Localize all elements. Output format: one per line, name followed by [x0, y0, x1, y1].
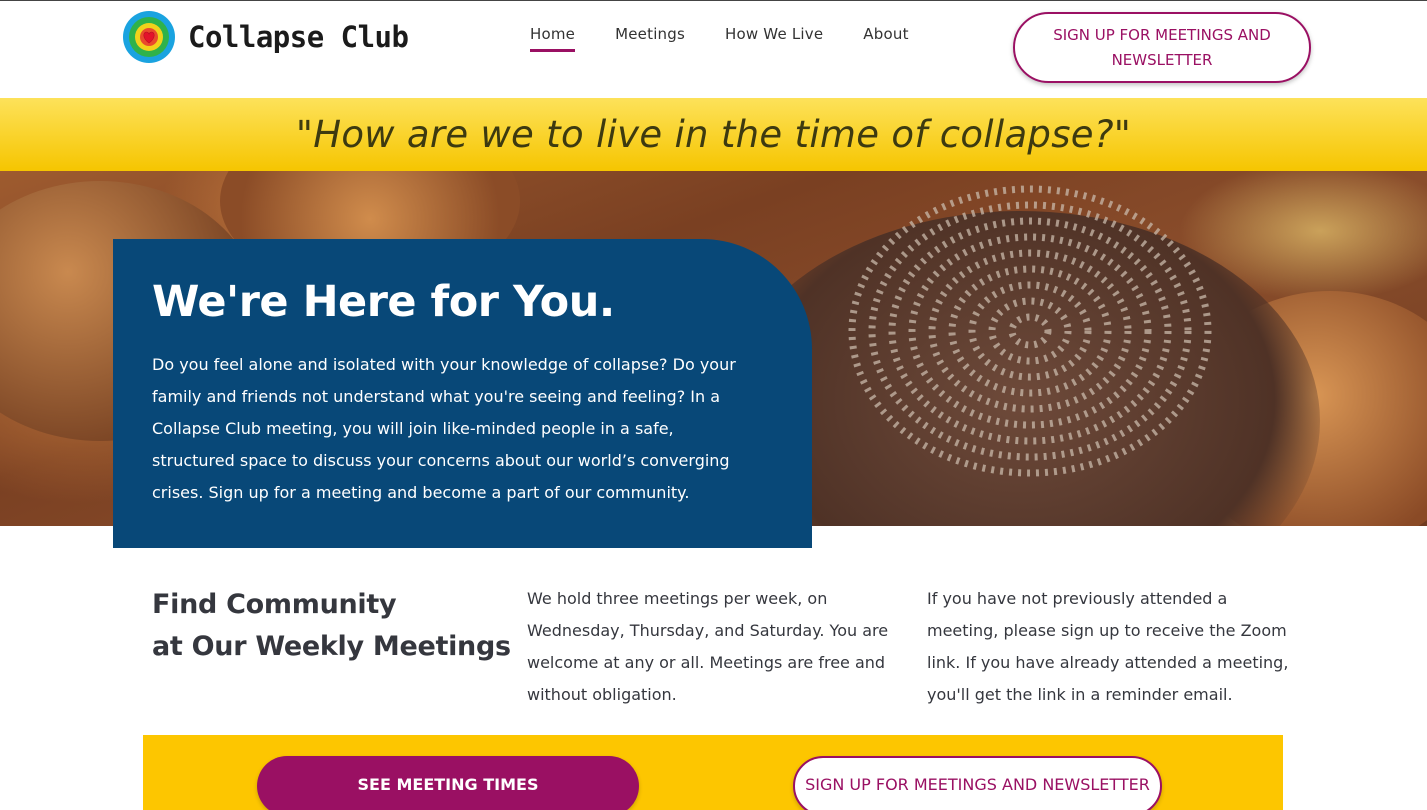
hero-title: We're Here for You. — [152, 277, 615, 327]
hero-body: Do you feel alone and isolated with your… — [152, 355, 736, 502]
meetings-schedule-text: We hold three meetings per week, on Wedn… — [527, 589, 889, 704]
community-heading-line1: Find Community — [152, 589, 397, 620]
nav-meetings[interactable]: Meetings — [615, 25, 685, 52]
nav-about[interactable]: About — [863, 25, 908, 52]
logo-text: Collapse Club — [188, 20, 409, 54]
site-logo[interactable]: Collapse Club — [122, 10, 409, 64]
community-heading: Find Community at Our Weekly Meetings — [152, 584, 511, 668]
header-signup-button[interactable]: SIGN UP FOR MEETINGS AND NEWSLETTER — [1013, 12, 1311, 83]
zoom-link-text: If you have not previously attended a me… — [927, 589, 1289, 704]
banner-quote: "How are we to live in the time of colla… — [295, 113, 1132, 156]
quote-banner: "How are we to live in the time of colla… — [0, 98, 1427, 171]
community-heading-line2: at Our Weekly Meetings — [152, 631, 511, 662]
nav-home[interactable]: Home — [530, 25, 576, 52]
petroglyph-spiral — [848, 185, 1212, 477]
signup-newsletter-button[interactable]: SIGN UP FOR MEETINGS AND NEWSLETTER — [793, 756, 1162, 810]
hero-card: We're Here for You. Do you feel alone an… — [113, 239, 812, 548]
main-nav: Home Meetings How We Live About — [530, 25, 949, 52]
site-header: Collapse Club Home Meetings How We Live … — [0, 1, 1427, 98]
see-meeting-times-button[interactable]: SEE MEETING TIMES — [257, 756, 639, 810]
nav-how-we-live[interactable]: How We Live — [725, 25, 823, 52]
target-heart-icon — [123, 11, 175, 63]
